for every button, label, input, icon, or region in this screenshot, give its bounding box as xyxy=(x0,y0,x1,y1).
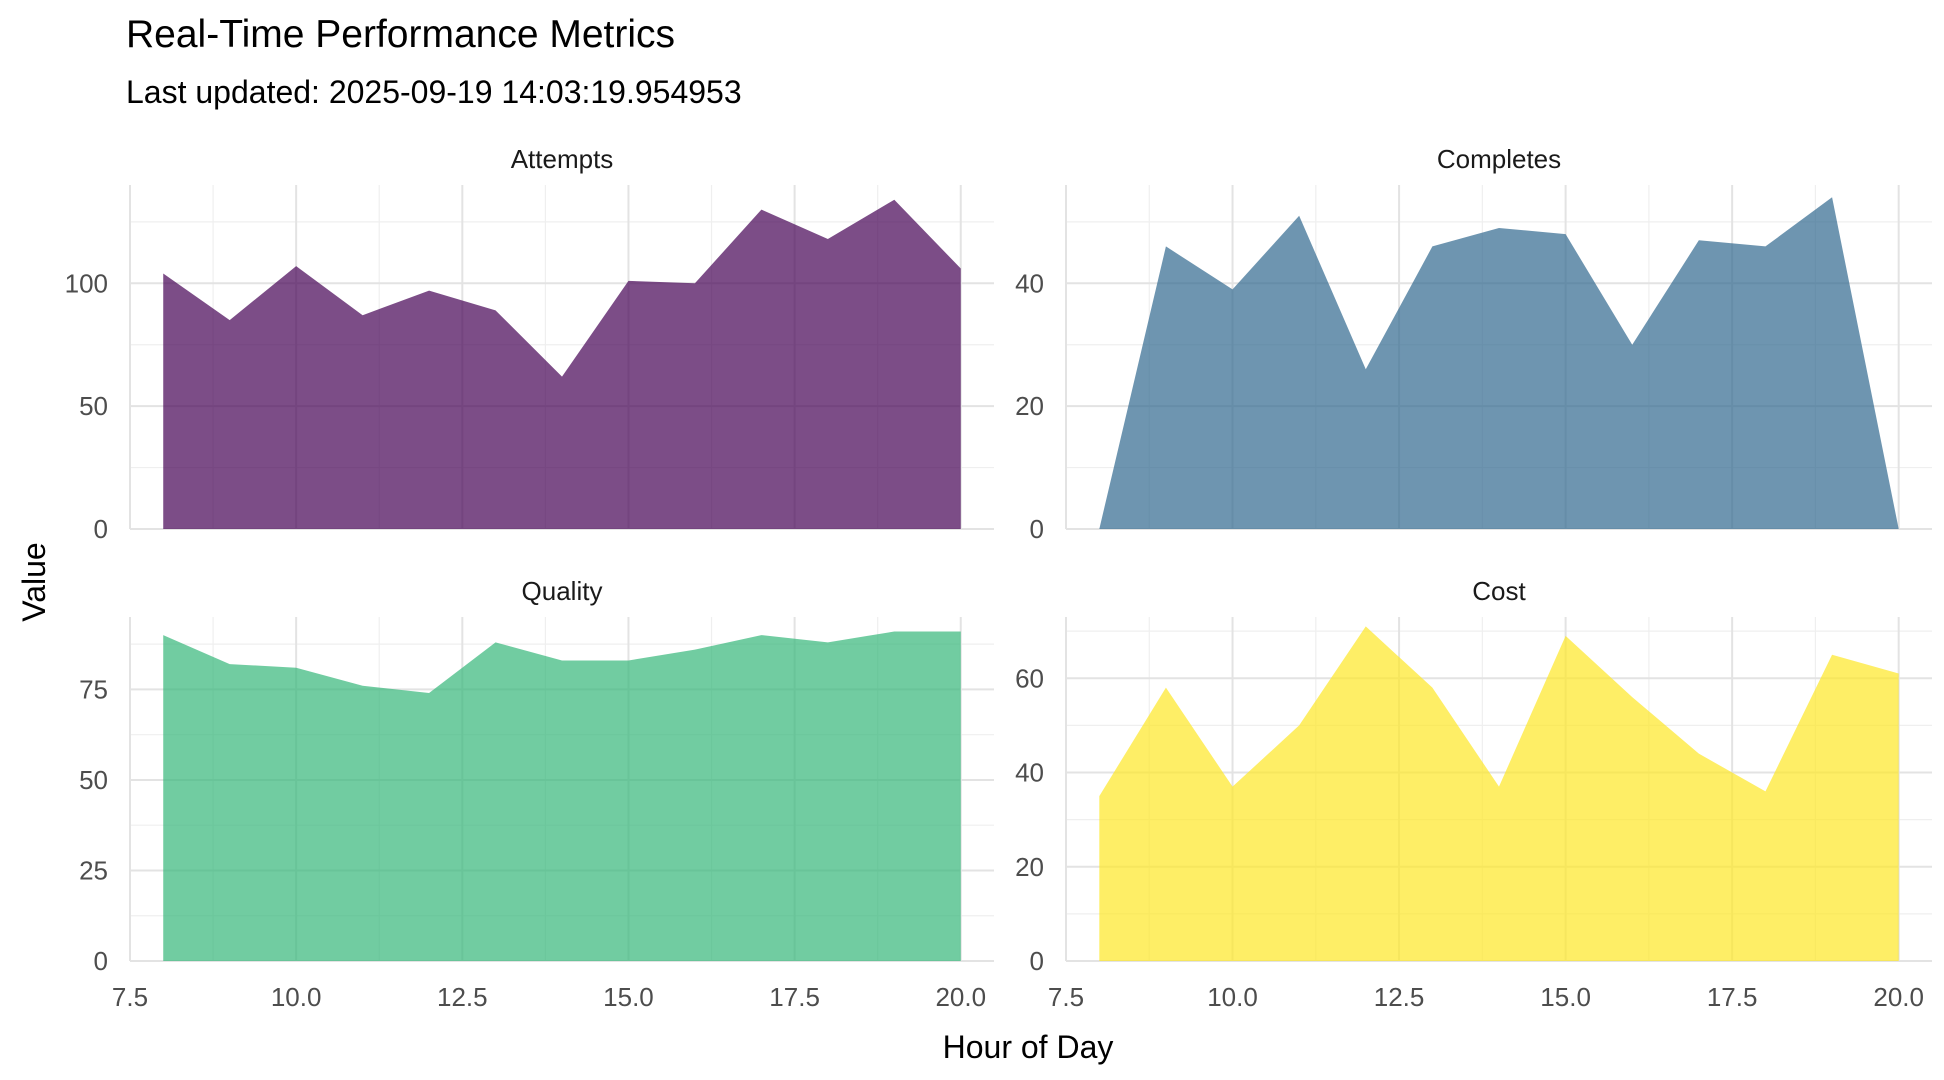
x-tick-label: 15.0 xyxy=(1540,982,1591,1012)
y-tick-label: 20 xyxy=(1015,391,1044,421)
area-cost xyxy=(1099,626,1899,961)
y-tick-label: 60 xyxy=(1015,663,1044,693)
panel-title: Attempts xyxy=(511,144,614,174)
y-tick-label: 40 xyxy=(1015,758,1044,788)
x-tick-label: 17.5 xyxy=(769,982,820,1012)
area-attempts xyxy=(163,199,961,529)
y-tick-label: 50 xyxy=(79,765,108,795)
y-tick-label: 0 xyxy=(94,514,108,544)
y-tick-label: 20 xyxy=(1015,852,1044,882)
chart-title: Real-Time Performance Metrics xyxy=(126,13,675,56)
y-tick-label: 100 xyxy=(65,268,108,298)
x-tick-label: 15.0 xyxy=(603,982,654,1012)
panel-cost: Cost 0 20 40 60 7.5 10.0 12.5 15.0 17.5 20.0 xyxy=(1015,576,1932,1012)
x-tick-label: 7.5 xyxy=(112,982,148,1012)
panel-title: Cost xyxy=(1472,576,1526,606)
area-quality xyxy=(163,631,961,961)
x-tick-label: 12.5 xyxy=(1374,982,1425,1012)
y-tick-label: 0 xyxy=(1030,946,1044,976)
panels: Attempts 0 50 100 Completes 0 20 40 Quality 0 25 50… xyxy=(65,144,1932,1012)
y-tick-label: 0 xyxy=(94,946,108,976)
x-tick-label: 7.5 xyxy=(1048,982,1084,1012)
area-completes xyxy=(1099,197,1899,530)
panel-completes: Completes 0 20 40 xyxy=(1015,144,1932,544)
y-tick-label: 75 xyxy=(79,674,108,704)
x-tick-label: 10.0 xyxy=(1207,982,1258,1012)
x-tick-label: 20.0 xyxy=(1873,982,1924,1012)
panel-title: Completes xyxy=(1437,144,1561,174)
x-tick-label: 12.5 xyxy=(437,982,488,1012)
y-tick-label: 25 xyxy=(79,855,108,885)
x-tick-label: 17.5 xyxy=(1707,982,1758,1012)
chart: Real-Time Performance Metrics Last updat… xyxy=(16,13,1932,1065)
x-axis-title: Hour of Day xyxy=(943,1029,1114,1065)
y-tick-label: 40 xyxy=(1015,268,1044,298)
y-tick-label: 50 xyxy=(79,391,108,421)
panel-title: Quality xyxy=(522,576,603,606)
y-axis-title: Value xyxy=(16,542,52,621)
x-tick-label: 20.0 xyxy=(935,982,986,1012)
panel-attempts: Attempts 0 50 100 xyxy=(65,144,994,544)
chart-subtitle: Last updated: 2025-09-19 14:03:19.954953 xyxy=(126,74,742,110)
panel-quality: Quality 0 25 50 75 7.5 10.0 12.5 15.0 17.5 20.0 xyxy=(79,576,994,1012)
y-tick-label: 0 xyxy=(1030,514,1044,544)
x-tick-label: 10.0 xyxy=(271,982,322,1012)
